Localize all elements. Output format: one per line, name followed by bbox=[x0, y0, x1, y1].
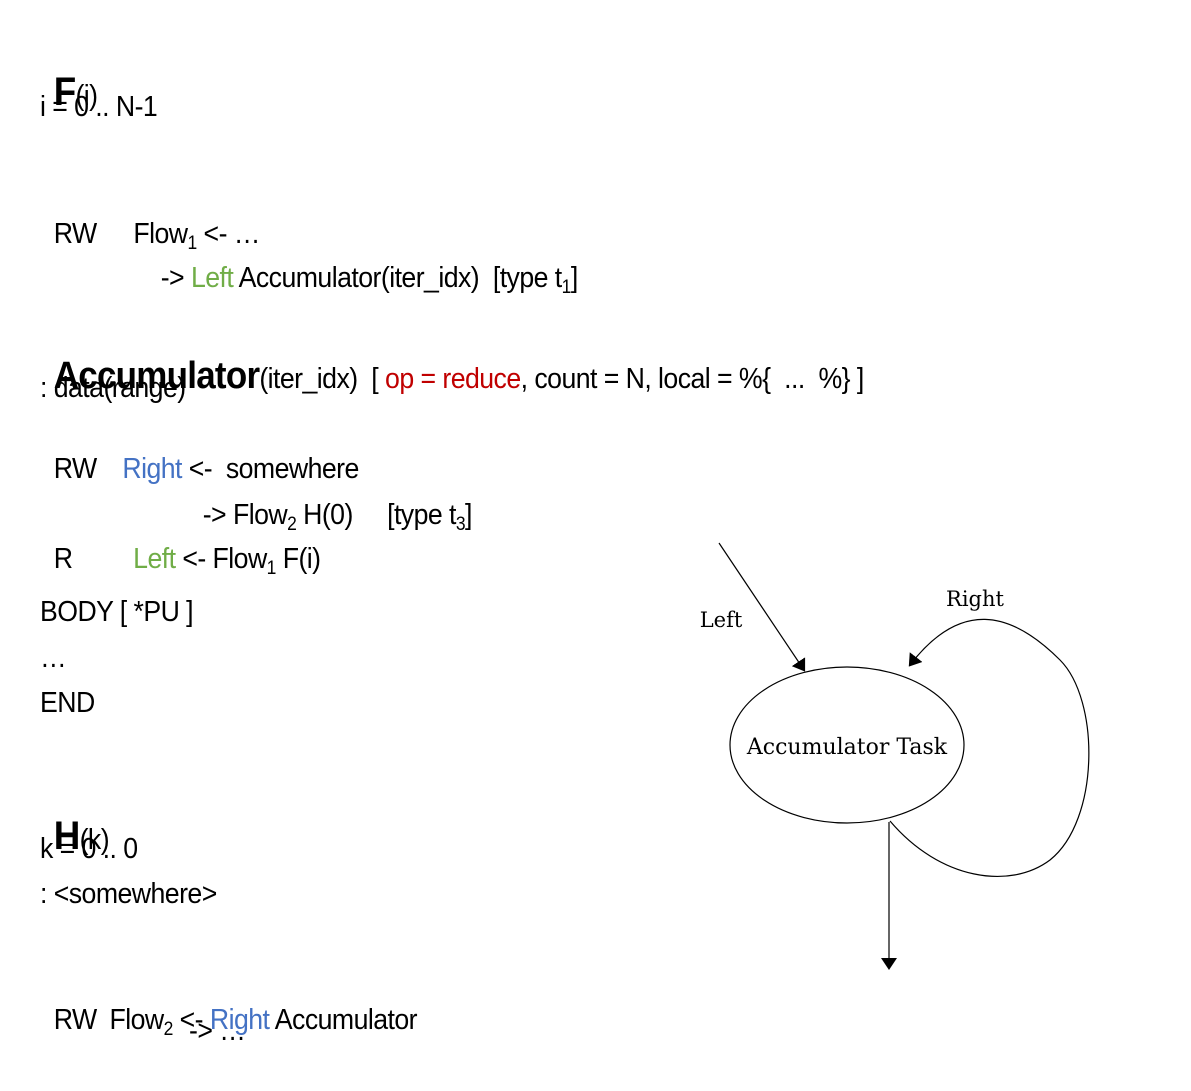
edge-label-right: Right bbox=[946, 587, 1004, 611]
accumulator-graph: Accumulator Task Left Right bbox=[700, 542, 1090, 970]
node-label: Accumulator Task bbox=[746, 735, 948, 760]
edge-left-incoming bbox=[718, 542, 806, 672]
edge-label-left: Left bbox=[700, 608, 743, 632]
